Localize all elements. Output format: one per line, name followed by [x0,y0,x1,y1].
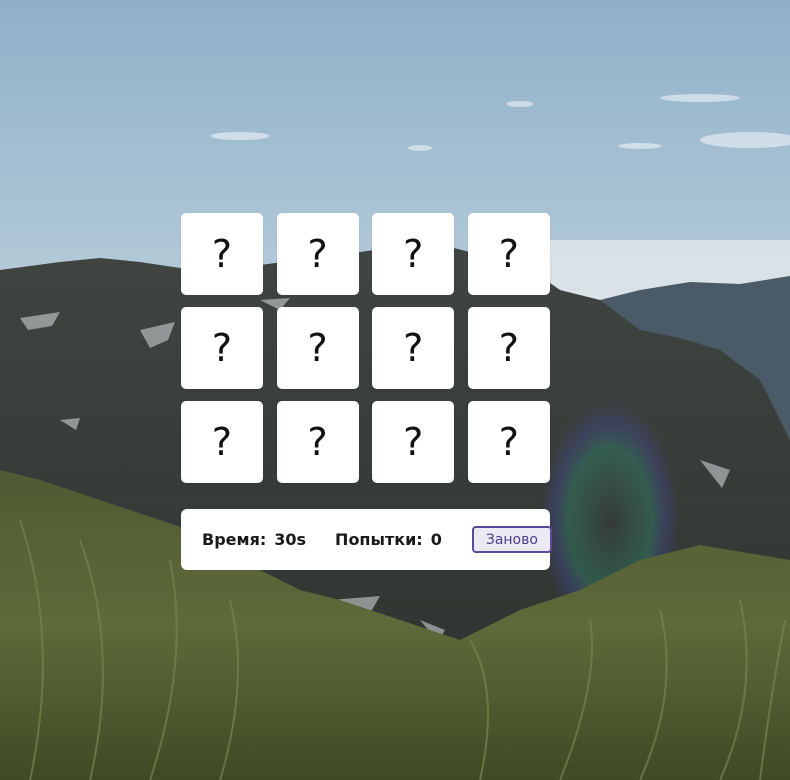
memory-card[interactable]: ? [276,307,359,389]
card-grid: ? ? ? ? ? ? ? ? ? ? ? ? [181,213,550,483]
memory-card[interactable]: ? [181,401,263,483]
memory-card[interactable]: ? [467,401,550,483]
memory-card[interactable]: ? [467,213,550,295]
memory-card[interactable]: ? [276,401,359,483]
status-panel: Время: 30s Попытки: 0 Заново [181,509,552,570]
memory-card[interactable]: ? [467,307,550,389]
timer-value: 30s [274,530,307,549]
attempts-label: Попытки: [335,530,423,549]
memory-card[interactable]: ? [372,401,455,483]
memory-card[interactable]: ? [181,213,263,295]
memory-card[interactable]: ? [181,307,263,389]
restart-button[interactable]: Заново [471,526,552,553]
attempts-value: 0 [430,530,442,549]
attempts-counter: Попытки: 0 [335,530,442,549]
memory-card[interactable]: ? [372,307,455,389]
memory-card[interactable]: ? [276,213,359,295]
timer-label: Время: [202,530,267,549]
timer: Время: 30s [202,530,306,549]
memory-card[interactable]: ? [372,213,455,295]
